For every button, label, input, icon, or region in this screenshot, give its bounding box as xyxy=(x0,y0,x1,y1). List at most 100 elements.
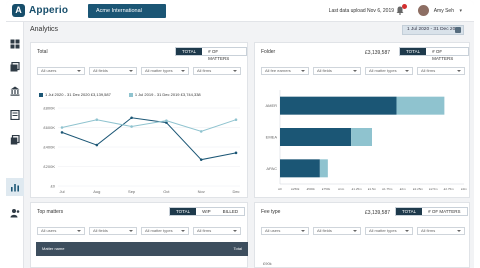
fee-type-filters: All users All fields All matter types Al… xyxy=(261,227,465,235)
filter-matter-types[interactable]: All matter types xyxy=(141,67,189,75)
data-point xyxy=(130,116,133,120)
filter-firms[interactable]: All firms xyxy=(417,227,465,235)
bar-segment xyxy=(351,128,372,146)
fee-type-axis-label: £90k xyxy=(263,261,272,266)
bar-segment xyxy=(280,128,352,146)
data-point xyxy=(234,118,238,121)
x-tick-label: £3m xyxy=(461,187,467,191)
tab-number-of-matters[interactable]: # OF MATTERS xyxy=(202,48,246,61)
tab-total[interactable]: TOTAL xyxy=(396,208,423,215)
filter-matter-types[interactable]: All matter types xyxy=(141,227,189,235)
organization-button[interactable]: Acme International xyxy=(88,4,166,18)
folders-icon[interactable] xyxy=(10,62,20,72)
data-point xyxy=(60,131,64,134)
total-card-tabs: TOTAL # OF MATTERS xyxy=(175,47,247,61)
tab-wip[interactable]: WIP xyxy=(196,208,217,215)
legend-item-previous[interactable]: 1 Jul 2019 - 31 Dec 2019 £3,744,338 xyxy=(128,92,201,97)
filter-firms[interactable]: All firms xyxy=(193,227,241,235)
legend-swatch-previous xyxy=(128,92,133,97)
y-tick-label: £0 xyxy=(51,184,56,189)
filter-users[interactable]: All users xyxy=(37,227,85,235)
tab-billed[interactable]: BILLED xyxy=(216,208,245,215)
legend-swatch-current xyxy=(39,92,43,97)
filter-fee-earners[interactable]: All fee earners xyxy=(261,67,309,75)
x-tick-label: £2.5m xyxy=(429,187,438,191)
x-tick-label: £0 xyxy=(278,187,282,191)
x-tick-label: £2.75m xyxy=(444,187,455,191)
filter-fields[interactable]: All fields xyxy=(89,227,137,235)
fee-type-title: Fee type xyxy=(261,209,281,215)
avatar[interactable] xyxy=(417,4,430,17)
calendar-icon[interactable] xyxy=(455,27,461,33)
tab-number-of-matters[interactable]: # OF MATTERS xyxy=(426,48,468,61)
filter-firms[interactable]: All firms xyxy=(193,67,241,75)
sidebar xyxy=(6,22,24,268)
analytics-icon[interactable] xyxy=(10,182,20,192)
column-matter-name[interactable]: Matter name xyxy=(42,246,64,251)
filter-matter-types[interactable]: All matter types xyxy=(365,227,413,235)
bar-segment xyxy=(396,96,445,115)
x-tick-label: Nov xyxy=(198,189,205,194)
folder-card-filters: All fee earners All fields All matter ty… xyxy=(261,67,465,75)
filter-fields[interactable]: All fields xyxy=(313,227,361,235)
x-tick-label: Dec xyxy=(232,189,239,194)
x-tick-label: £1.5m xyxy=(368,187,377,191)
documents-icon[interactable] xyxy=(10,135,20,145)
invoice-icon[interactable] xyxy=(10,110,20,120)
app-window: A Apperio Acme International Last data u… xyxy=(6,0,474,268)
bar-segment xyxy=(280,96,397,115)
logo[interactable]: A Apperio xyxy=(12,4,68,17)
tab-total[interactable]: TOTAL xyxy=(176,48,203,55)
x-tick-label: £1.75m xyxy=(382,187,393,191)
series-line xyxy=(61,119,237,132)
last-updated-text: Last data upload Nov 6, 2019 xyxy=(328,8,394,14)
x-tick-label: £500k xyxy=(307,187,316,191)
filter-fields[interactable]: All fields xyxy=(313,67,361,75)
legend-label-previous: 1 Jul 2019 - 31 Dec 2019 £3,744,338 xyxy=(134,92,201,97)
y-tick-label: £200K xyxy=(43,164,55,169)
x-tick-label: £1m xyxy=(338,187,344,191)
folder-card-title: Folder xyxy=(261,49,276,55)
x-tick-label: £250k xyxy=(291,187,300,191)
y-category-label: AMER xyxy=(265,103,277,108)
tab-number-of-matters[interactable]: # OF MATTERS xyxy=(422,208,467,215)
notification-badge xyxy=(402,4,407,9)
bank-icon[interactable] xyxy=(10,86,20,96)
top-matters-title: Top matters xyxy=(37,209,64,215)
fee-type-tabs: TOTAL # OF MATTERS xyxy=(395,207,468,216)
x-tick-label: Aug xyxy=(93,189,100,194)
tab-total[interactable]: TOTAL xyxy=(170,208,197,215)
data-point xyxy=(199,130,203,133)
folder-bar-chart: £0 £250k £500k £750k £1m £1.25m £1.5m £1.75m £2m… xyxy=(265,90,467,191)
matters-table-header: Matter name Total xyxy=(36,242,248,256)
tab-total[interactable]: TOTAL xyxy=(400,48,427,55)
total-card-filters: All users All fields All matter types Al… xyxy=(37,67,241,75)
total-line-chart: £0 £200K £400K £600K £800K Jul Aug Sep Oct Nov Dec xyxy=(43,106,240,194)
x-tick-label: £2m xyxy=(400,187,406,191)
filter-fields[interactable]: All fields xyxy=(89,67,137,75)
x-tick-label: £750k xyxy=(322,187,331,191)
bar-segment xyxy=(319,159,328,178)
column-total[interactable]: Total xyxy=(234,242,242,256)
date-range-picker[interactable]: 1 Jul 2020 - 31 Dec 2020 xyxy=(402,25,464,35)
dashboard-icon[interactable] xyxy=(10,39,20,49)
total-card-title: Total xyxy=(37,49,48,55)
data-point xyxy=(130,125,133,128)
top-bar: A Apperio Acme International Last data u… xyxy=(6,0,474,22)
x-tick-label: £1.25m xyxy=(352,187,363,191)
team-icon[interactable] xyxy=(10,208,20,218)
x-tick-label: £2.25m xyxy=(413,187,424,191)
filter-users[interactable]: All users xyxy=(261,227,309,235)
filter-users[interactable]: All users xyxy=(37,67,85,75)
filter-matter-types[interactable]: All matter types xyxy=(365,67,413,75)
legend-item-current[interactable]: 1 Jul 2020 - 31 Dec 2020 £3,139,587 xyxy=(39,92,111,97)
data-point xyxy=(234,151,238,155)
app-name: Apperio xyxy=(29,5,69,16)
x-tick-label: Jul xyxy=(59,189,64,194)
data-point xyxy=(95,143,99,147)
filter-firms[interactable]: All firms xyxy=(417,67,465,75)
top-matters-card: Top matters TOTAL WIP BILLED All users A… xyxy=(30,202,248,268)
chevron-down-icon[interactable]: ▾ xyxy=(459,8,462,14)
user-name[interactable]: Amy Seh xyxy=(434,8,454,14)
top-matters-tabs: TOTAL WIP BILLED xyxy=(169,207,246,216)
